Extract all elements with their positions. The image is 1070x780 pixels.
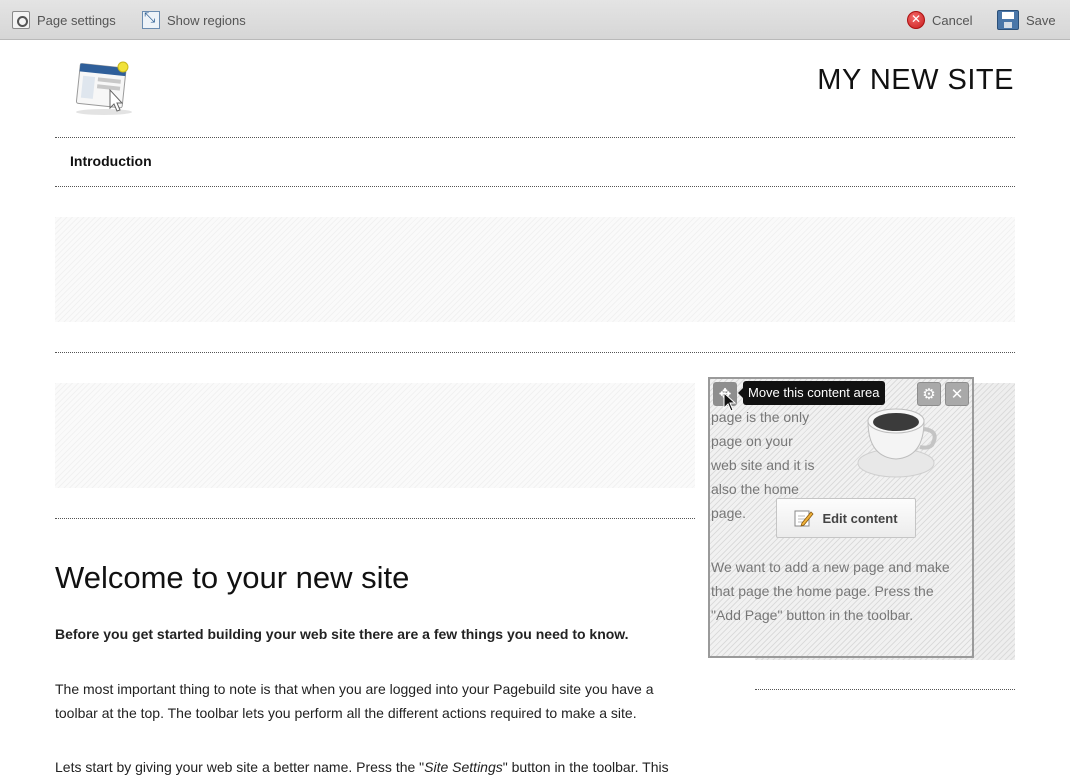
expand-icon <box>142 10 160 29</box>
move-tooltip: Move this content area <box>738 381 885 405</box>
site-title: MY NEW SITE <box>817 64 1014 96</box>
edit-content-button[interactable]: Edit content <box>776 498 916 538</box>
editor-toolbar: Page settings Show regions Cancel Save <box>0 0 1070 40</box>
page-settings-button[interactable]: Page settings <box>12 8 116 32</box>
content-line: We want to add a new page and make <box>711 559 950 575</box>
toolbar-paragraph: The most important thing to note is that… <box>55 677 695 725</box>
page-settings-icon <box>12 11 30 29</box>
site-settings-emphasis: Site Settings <box>424 759 503 775</box>
banner-divider <box>55 352 1015 353</box>
content-line: page on your <box>711 433 793 449</box>
content-line: that page the home page. Press the <box>711 583 934 599</box>
paragraph-text: Lets start by giving your web site a bet… <box>55 759 425 775</box>
content-text-block: We want to add a new page and make that … <box>711 555 966 627</box>
edit-content-label: Edit content <box>822 510 898 526</box>
save-label: Save <box>1026 12 1056 28</box>
sidebar-divider <box>755 689 1015 690</box>
main-divider <box>55 518 695 519</box>
close-icon: ✕ <box>950 385 964 403</box>
mouse-pointer-icon <box>723 392 737 412</box>
save-button[interactable]: Save <box>997 8 1056 32</box>
content-settings-button[interactable]: ⚙ <box>917 382 941 406</box>
nav-item-introduction[interactable]: Introduction <box>70 153 152 169</box>
paragraph-line: The most important thing to note is that… <box>55 681 654 697</box>
banner-region[interactable] <box>55 217 1015 322</box>
site-settings-paragraph: Lets start by giving your web site a bet… <box>55 755 695 779</box>
main-top-region[interactable] <box>55 383 695 488</box>
floppy-disk-icon <box>997 10 1019 30</box>
paragraph-text: " button in the toolbar. This <box>502 759 669 775</box>
content-line: "Add Page" button in the toolbar. <box>711 607 914 623</box>
page-title: Welcome to your new site <box>55 560 410 595</box>
cancel-icon <box>907 11 925 29</box>
intro-text: Before you get started building your web… <box>55 626 629 642</box>
site-logo[interactable] <box>70 60 138 116</box>
content-line: web site and it is <box>711 457 815 473</box>
page-settings-label: Page settings <box>37 12 116 28</box>
header-divider <box>55 137 1015 138</box>
nav-divider <box>55 186 1015 187</box>
cancel-button[interactable]: Cancel <box>907 8 972 32</box>
pencil-icon <box>794 510 814 527</box>
show-regions-label: Show regions <box>167 12 246 28</box>
cancel-label: Cancel <box>932 12 973 28</box>
remove-content-area-button[interactable]: ✕ <box>945 382 969 406</box>
show-regions-button[interactable]: Show regions <box>142 8 246 32</box>
paragraph-line: toolbar at the top. The toolbar lets you… <box>55 705 637 721</box>
content-area[interactable]: page is the only page on your web site a… <box>708 377 974 658</box>
gear-icon: ⚙ <box>922 385 936 403</box>
